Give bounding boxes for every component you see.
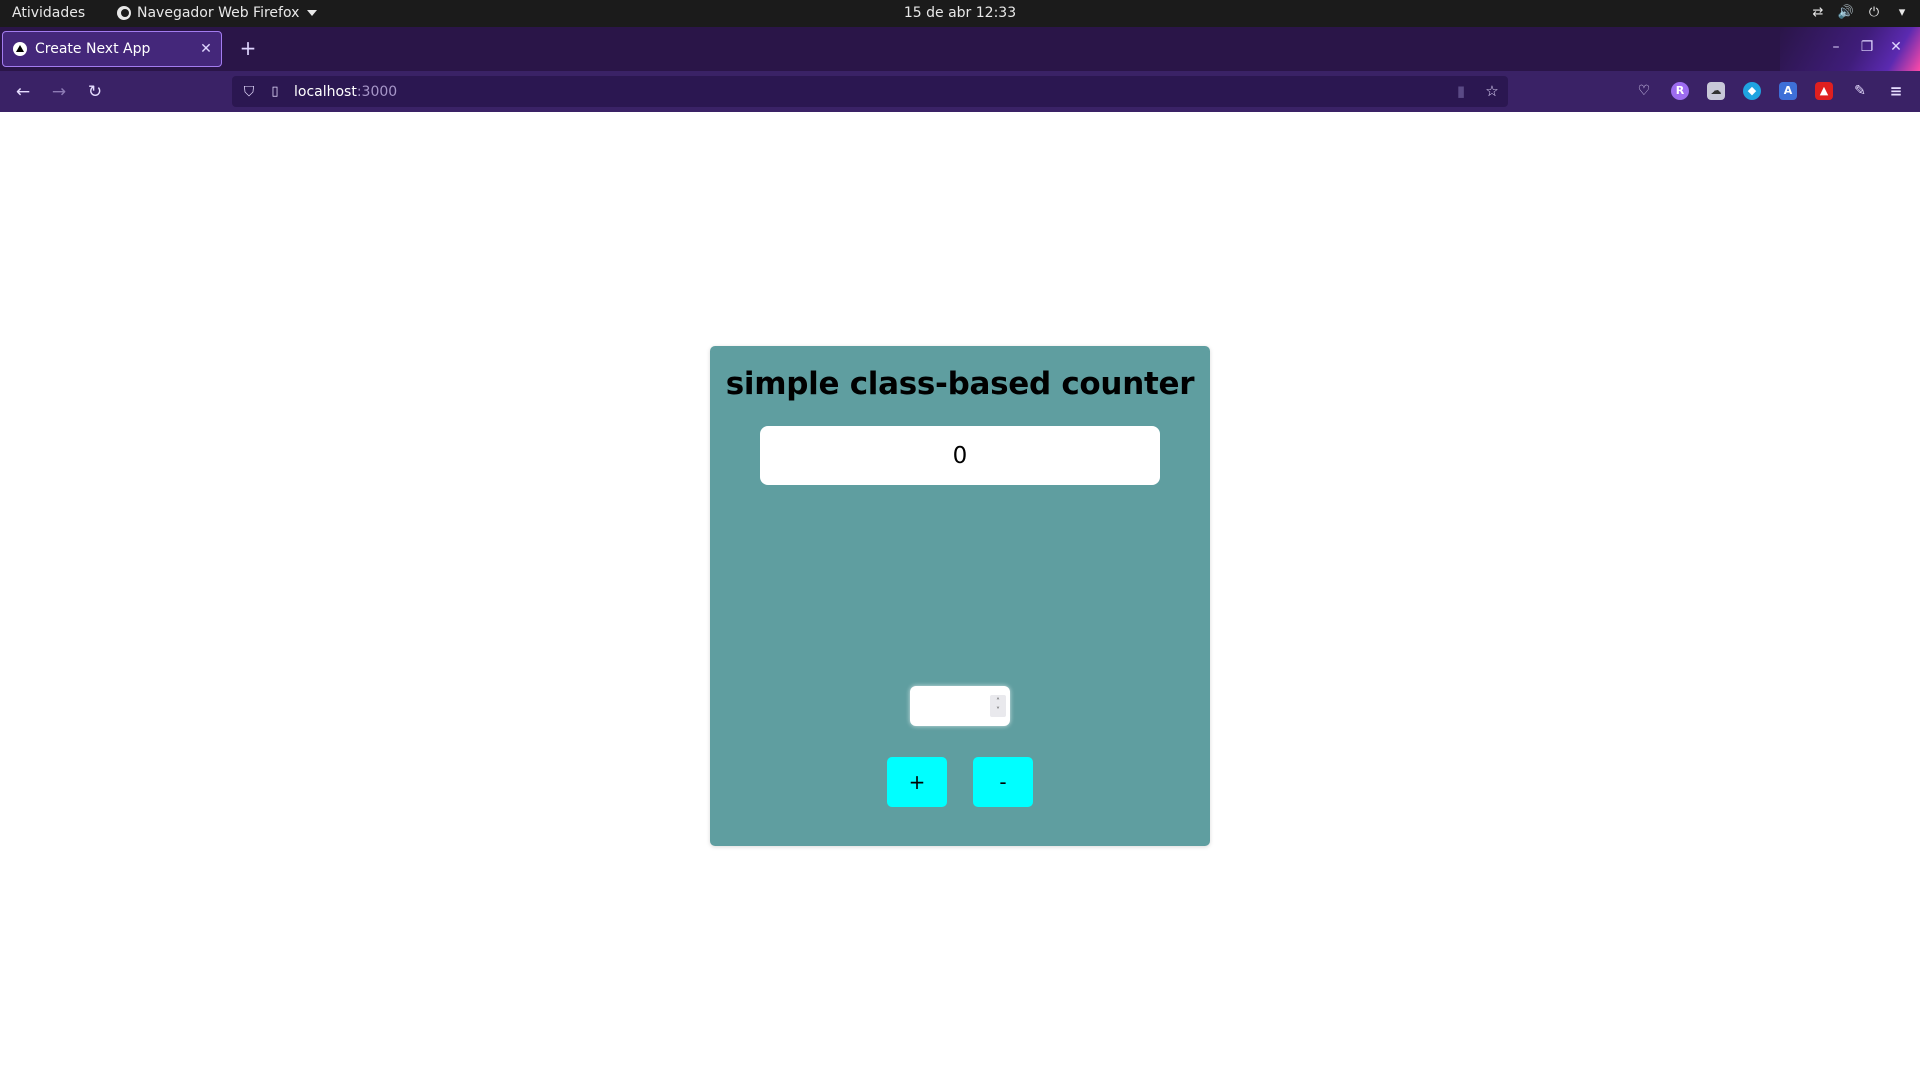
page-title: simple class-based counter — [725, 366, 1195, 402]
extension-red-icon[interactable]: ▲ — [1815, 82, 1833, 100]
restore-icon[interactable]: ❐ — [1857, 39, 1877, 55]
clock[interactable]: 15 de abr 12:33 — [904, 5, 1016, 21]
decrement-button[interactable]: - — [973, 757, 1033, 807]
tracking-protection-icon[interactable]: ⛉ — [240, 84, 258, 100]
pocket-icon[interactable]: ♡ — [1635, 82, 1653, 100]
account-avatar-icon[interactable]: R — [1671, 82, 1689, 100]
counter-card: simple class-based counter 0 ˄ ˅ + - — [710, 346, 1210, 846]
chevron-down-icon — [307, 10, 318, 16]
forward-button[interactable]: → — [47, 80, 71, 104]
volume-icon[interactable]: 🔊 — [1838, 4, 1854, 20]
pen-icon[interactable]: ✎ — [1851, 82, 1869, 100]
close-window-icon[interactable]: ✕ — [1886, 39, 1906, 55]
nextjs-favicon-icon — [13, 42, 27, 56]
network-icon[interactable]: ⇄ — [1810, 4, 1826, 20]
spin-buttons[interactable]: ˄ ˅ — [990, 695, 1006, 717]
navigation-bar: ← → ↻ ⛉ ▯ localhost:3000 ▮ ☆ ♡ R ☁ ◆ A ▲… — [0, 71, 1920, 112]
app-menu[interactable]: Navegador Web Firefox — [117, 5, 318, 21]
spin-up-icon[interactable]: ˄ — [996, 697, 1000, 706]
step-number-input[interactable]: ˄ ˅ — [910, 686, 1010, 726]
tab-title: Create Next App — [35, 41, 151, 57]
power-icon[interactable]: ⏻ — [1866, 4, 1882, 20]
url-host: localhost — [294, 83, 357, 100]
page-info-icon[interactable]: ▯ — [266, 84, 284, 99]
reader-mode-icon[interactable]: ▮ — [1451, 81, 1471, 101]
extension-bird-icon[interactable]: ◆ — [1743, 82, 1761, 100]
app-menu-icon[interactable]: ≡ — [1887, 82, 1905, 100]
translate-icon[interactable]: A — [1779, 82, 1797, 100]
os-top-bar: Atividades Navegador Web Firefox 15 de a… — [0, 0, 1920, 27]
close-tab-icon[interactable]: ✕ — [195, 41, 217, 57]
increment-button[interactable]: + — [887, 757, 947, 807]
new-tab-button[interactable]: + — [236, 36, 260, 60]
activities-button[interactable]: Atividades — [12, 5, 85, 21]
url-port: :3000 — [356, 83, 398, 100]
system-menu-chevron-icon[interactable]: ▾ — [1894, 4, 1910, 20]
extension-cloud-icon[interactable]: ☁ — [1707, 82, 1725, 100]
back-button[interactable]: ← — [11, 80, 35, 104]
minimize-icon[interactable]: – — [1826, 39, 1846, 55]
bookmark-star-icon[interactable]: ☆ — [1482, 81, 1502, 101]
firefox-icon — [117, 6, 131, 20]
system-tray[interactable]: ⇄ 🔊 ⏻ ▾ — [1810, 4, 1910, 20]
app-menu-label: Navegador Web Firefox — [137, 5, 300, 21]
counter-display: 0 — [760, 426, 1160, 485]
url-bar[interactable]: ⛉ ▯ localhost:3000 ▮ ☆ — [232, 76, 1508, 107]
url-text[interactable]: localhost:3000 — [294, 84, 397, 100]
spin-down-icon[interactable]: ˅ — [996, 706, 1000, 715]
tab-strip: Create Next App ✕ + – ❐ ✕ — [0, 27, 1920, 71]
tab-create-next-app[interactable]: Create Next App ✕ — [2, 31, 222, 67]
reload-button[interactable]: ↻ — [83, 80, 107, 104]
